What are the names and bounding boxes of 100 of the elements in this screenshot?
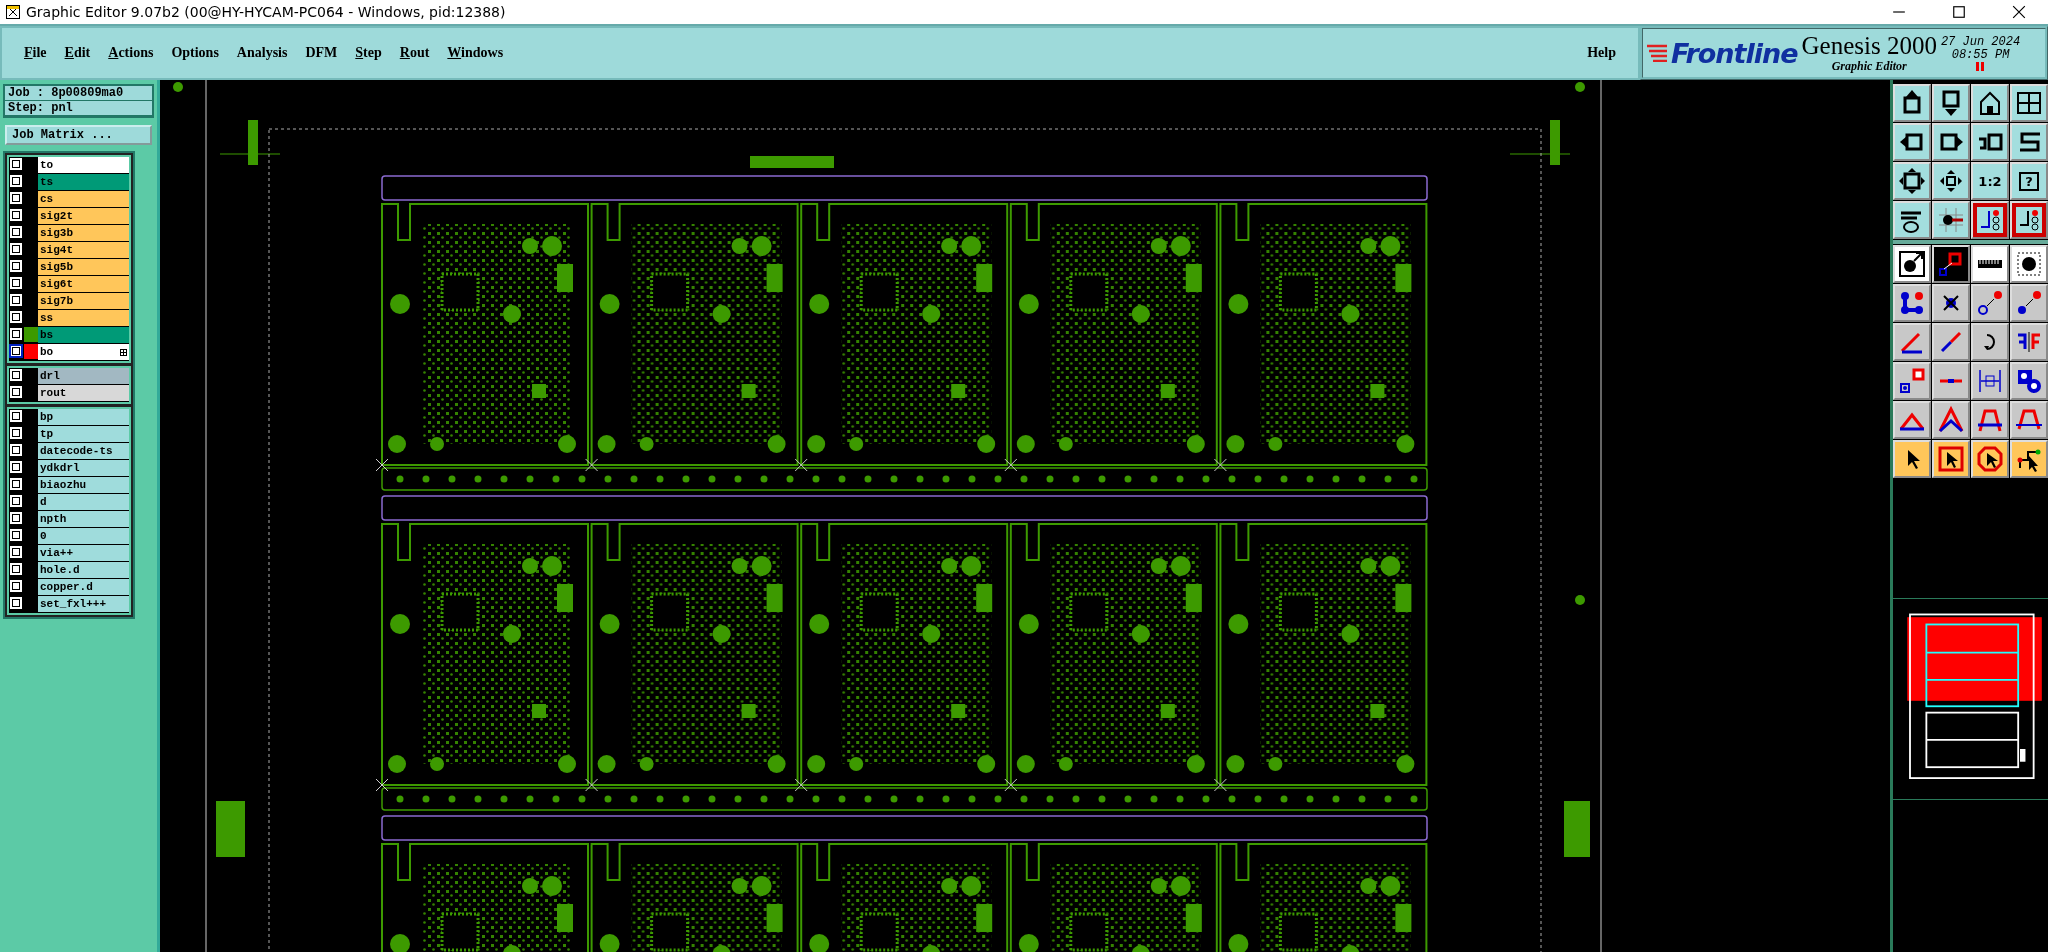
layer-name[interactable]: sig4t <box>38 242 129 258</box>
layer-checkbox[interactable] <box>9 191 23 205</box>
layer-name[interactable]: bo <box>38 344 129 360</box>
help-button[interactable]: ? <box>2010 162 2048 200</box>
layer-row[interactable]: via++ <box>9 545 129 562</box>
square-link-icon[interactable] <box>1932 245 1970 283</box>
layer-row[interactable]: biaozhu <box>9 477 129 494</box>
layer-checkbox[interactable] <box>9 174 23 188</box>
layer-row[interactable]: tp <box>9 426 129 443</box>
layer-row[interactable]: to <box>9 157 129 174</box>
pin-grid-icon[interactable] <box>1932 201 1970 239</box>
layer-row[interactable]: 0 <box>9 528 129 545</box>
wrench-pen-icon[interactable] <box>1893 201 1931 239</box>
layer-checkbox[interactable] <box>9 528 23 542</box>
connect-points-icon[interactable] <box>1893 284 1931 322</box>
layer-name[interactable]: copper.d <box>38 579 129 595</box>
layer-name[interactable]: to <box>38 157 129 173</box>
cross-point-icon[interactable] <box>1932 284 1970 322</box>
layer-name[interactable]: ss <box>38 310 129 326</box>
layer-checkbox[interactable] <box>9 327 23 341</box>
dot-frame-icon[interactable] <box>2010 245 2048 283</box>
layer-checkbox[interactable] <box>9 385 23 399</box>
layer-checkbox[interactable] <box>9 409 23 423</box>
menu-item[interactable]: Rout <box>399 45 430 61</box>
layer-row[interactable]: rout <box>9 385 129 402</box>
layer-checkbox[interactable] <box>9 460 23 474</box>
zoom-ratio-button[interactable]: 1:2 <box>1971 162 2009 200</box>
pan-left-icon[interactable] <box>1893 123 1931 161</box>
layer-name[interactable]: sig3b <box>38 225 129 241</box>
menu-item[interactable]: Windows <box>447 45 504 61</box>
home-icon[interactable] <box>1971 84 2009 122</box>
layer-checkbox[interactable] <box>9 259 23 273</box>
expand-icon[interactable] <box>120 348 127 356</box>
layer-checkbox[interactable] <box>9 276 23 290</box>
menu-item[interactable]: Analysis <box>236 45 288 61</box>
layer-row[interactable]: d <box>9 494 129 511</box>
width-measure-icon[interactable] <box>1971 362 2009 400</box>
layer-name[interactable]: d <box>38 494 129 510</box>
layer-row[interactable]: npth <box>9 511 129 528</box>
menu-item[interactable]: Step <box>355 45 382 61</box>
zoom-center-icon[interactable] <box>1932 162 1970 200</box>
layer-name[interactable]: npth <box>38 511 129 527</box>
layer-name[interactable]: sig5b <box>38 259 129 275</box>
layer-row[interactable]: sig7b <box>9 293 129 310</box>
job-matrix-button[interactable]: Job Matrix ... <box>5 125 152 145</box>
layer-checkbox[interactable] <box>9 596 23 610</box>
s-curve-icon[interactable] <box>2010 123 2048 161</box>
layer-name[interactable]: hole.d <box>38 562 129 578</box>
layer-row[interactable]: sig4t <box>9 242 129 259</box>
layer-row[interactable]: sig6t <box>9 276 129 293</box>
layer-row[interactable]: ydkdrl <box>9 460 129 477</box>
layer-checkbox[interactable] <box>9 494 23 508</box>
layer-checkbox[interactable] <box>9 157 23 171</box>
window-grid-icon[interactable] <box>2010 84 2048 122</box>
layer-name[interactable]: bs <box>38 327 129 343</box>
layer-name[interactable]: tp <box>38 426 129 442</box>
menu-item[interactable]: DFM <box>305 45 338 61</box>
close-icon[interactable] <box>2012 5 2026 19</box>
layer-name[interactable]: bp <box>38 409 129 425</box>
route-pointer-icon[interactable] <box>2010 440 2048 478</box>
layer-row[interactable]: sig3b <box>9 225 129 242</box>
help-menu-item[interactable]: Help <box>1587 45 1616 61</box>
layer-row[interactable]: datecode-ts <box>9 443 129 460</box>
layer-row[interactable]: copper.d <box>9 579 129 596</box>
layer-checkbox[interactable] <box>9 208 23 222</box>
menu-item[interactable]: Edit <box>64 45 91 61</box>
layer-checkbox[interactable] <box>9 293 23 307</box>
shapes-icon[interactable] <box>2010 362 2048 400</box>
layer-checkbox[interactable] <box>9 368 23 382</box>
layer-name[interactable]: biaozhu <box>38 477 129 493</box>
layer-checkbox[interactable] <box>9 310 23 324</box>
layer-checkbox[interactable] <box>9 426 23 440</box>
layer-name[interactable]: sig2t <box>38 208 129 224</box>
layer-row[interactable]: sig2t <box>9 208 129 225</box>
circuit-icon[interactable] <box>2010 201 2048 239</box>
menu-item[interactable]: Actions <box>108 45 154 61</box>
layer-name[interactable]: drl <box>38 368 129 384</box>
layer-row[interactable]: ts <box>9 174 129 191</box>
layer-checkbox[interactable] <box>9 477 23 491</box>
layer-name[interactable]: 0 <box>38 528 129 544</box>
zoom-fit-icon[interactable] <box>1893 162 1931 200</box>
layer-row[interactable]: cs <box>9 191 129 208</box>
layer-checkbox[interactable] <box>9 511 23 525</box>
layer-row[interactable]: hole.d <box>9 562 129 579</box>
layer-checkbox[interactable] <box>9 242 23 256</box>
maximize-icon[interactable] <box>1952 5 1966 19</box>
layer-name[interactable]: ydkdrl <box>38 460 129 476</box>
layer-row[interactable]: drl <box>9 368 129 385</box>
layer-name[interactable]: set_fxl+++ <box>38 596 129 612</box>
layer-name[interactable]: rout <box>38 385 129 401</box>
export-up-icon[interactable] <box>1893 84 1931 122</box>
layer-name[interactable]: sig6t <box>38 276 129 292</box>
layer-name[interactable]: sig7b <box>38 293 129 309</box>
layer-row[interactable]: ss <box>9 310 129 327</box>
menu-item[interactable]: Options <box>171 45 219 61</box>
pointer-icon[interactable] <box>1893 440 1931 478</box>
circuit-icon[interactable] <box>1971 201 2009 239</box>
layer-checkbox[interactable] <box>9 545 23 559</box>
layer-checkbox[interactable] <box>9 344 23 358</box>
layer-checkbox[interactable] <box>9 562 23 576</box>
